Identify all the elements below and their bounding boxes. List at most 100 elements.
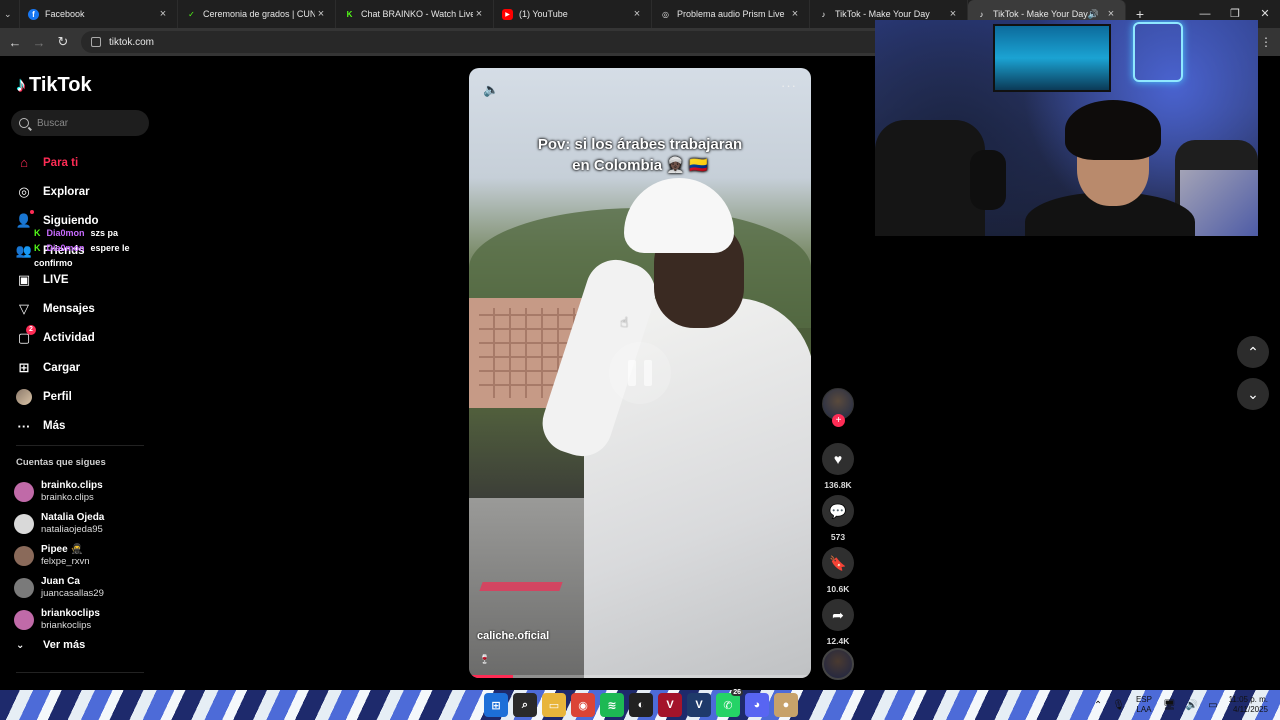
following-item[interactable]: Natalia Ojeda nataliaojeda95 <box>14 508 154 540</box>
music-disc-avatar[interactable] <box>822 648 854 680</box>
video-player[interactable]: 🔈 ··· Pov: si los árabes trabajaran en C… <box>469 68 811 678</box>
follow-plus-icon[interactable]: + <box>832 414 845 427</box>
following-item[interactable]: brainko.clips brainko.clips <box>14 476 154 508</box>
nav-mensajes[interactable]: ▽ Mensajes <box>16 294 156 323</box>
kick-icon: K <box>346 9 353 19</box>
save-count: 10.6K <box>826 584 850 594</box>
video-progress-fill <box>469 675 514 678</box>
close-icon[interactable]: × <box>631 8 643 20</box>
whatsapp-icon[interactable]: ✆ 26 <box>716 689 743 717</box>
tiktok-logo[interactable]: ♪ TikTok <box>16 74 92 97</box>
share-button[interactable]: ➦ 12.4K <box>820 599 856 646</box>
discord-icon[interactable]: ◕ <box>745 693 769 717</box>
following-item[interactable]: briankoclips briankoclips <box>14 604 154 636</box>
share-count: 12.4K <box>826 636 850 646</box>
following-item[interactable]: Pipee 🥷 felxpe_rxvn <box>14 540 154 572</box>
system-tray: ⌃ 🎙 ESP LAA 🖥 🔊 ▭ 11:05 p. m. 4/11/2025 <box>1089 690 1274 720</box>
language-indicator[interactable]: ESP LAA <box>1136 695 1152 715</box>
tab-facebook[interactable]: f Facebook × <box>20 0 178 28</box>
save-button[interactable]: 🔖 10.6K <box>820 547 856 594</box>
music-icon[interactable]: 🍷 <box>479 654 490 665</box>
chat-message: K Dia0mon espere le confirmo <box>34 241 165 271</box>
nav-explorar[interactable]: ◎ Explorar <box>16 177 156 206</box>
site-info-icon[interactable] <box>91 37 101 47</box>
close-icon[interactable]: × <box>315 8 327 20</box>
close-icon[interactable]: × <box>947 8 959 20</box>
like-count: 136.8K <box>824 480 852 490</box>
nav-mas[interactable]: ··· Más <box>16 412 156 441</box>
previous-video-button[interactable]: ⌃ <box>1237 336 1269 368</box>
chrome-icon[interactable]: ◉ <box>571 693 595 717</box>
close-icon[interactable]: × <box>473 8 485 20</box>
clock[interactable]: 11:05 p. m. 4/11/2025 <box>1229 695 1268 715</box>
close-icon[interactable]: × <box>157 8 169 20</box>
tab-kick-chat[interactable]: K Chat BRAINKO - Watch Live on × <box>336 0 494 28</box>
nav-perfil[interactable]: Perfil <box>16 382 156 411</box>
caption-line: en Colombia 👳🏿 🇨🇴 <box>572 157 708 174</box>
url-field[interactable]: tiktok.com <box>81 31 901 53</box>
account-handle: felxpe_rxvn <box>41 556 90 567</box>
forward-button[interactable]: → <box>27 35 51 50</box>
mouse-cursor-icon: ☝ <box>620 314 629 330</box>
like-button[interactable]: ♥ 136.8K <box>820 443 856 490</box>
battery-icon[interactable]: ▭ <box>1208 700 1217 711</box>
see-more-button[interactable]: ⌄ Ver más <box>16 639 85 651</box>
avatar <box>14 610 34 630</box>
chevron-down-icon: ⌄ <box>1247 386 1259 402</box>
tab-actions-button[interactable]: ⌄ <box>0 0 20 28</box>
chat-user: Dia0mon <box>46 243 85 253</box>
video-progress-bar[interactable] <box>469 675 811 678</box>
tiktok-icon: ♪ <box>821 9 826 19</box>
spotify-icon[interactable]: ≋ <box>600 693 624 717</box>
network-icon[interactable]: 🖥 <box>1163 700 1176 711</box>
windows-taskbar: ⊞ ⌕ ▭ ◉ ≋ ◐ V V ✆ 26 ◕ ● ⌃ 🎙 ESP LAA 🖥 🔊 ▭… <box>0 689 1280 720</box>
pause-button[interactable] <box>609 342 671 404</box>
compass-icon: ◎ <box>18 183 30 199</box>
tab-youtube[interactable]: ▶ (1) YouTube × <box>494 0 652 28</box>
volume-icon[interactable]: 🔊 <box>1186 700 1198 711</box>
reload-button[interactable]: ↻ <box>51 34 75 50</box>
nav-label: Explorar <box>43 185 90 198</box>
app-icon[interactable]: ● <box>774 693 798 717</box>
account-name: Pipee 🥷 <box>41 544 83 555</box>
video-author[interactable]: caliche.oficial <box>477 630 549 642</box>
search-box[interactable] <box>11 110 149 136</box>
search-input[interactable] <box>37 117 137 129</box>
valorant-icon[interactable]: V <box>658 693 682 717</box>
kick-icon: K <box>34 228 41 238</box>
obs-icon[interactable]: ◐ <box>629 693 653 717</box>
tab-title: TikTok - Make Your Day <box>835 9 930 19</box>
browser-menu-icon[interactable]: ⋮ <box>1260 28 1272 56</box>
following-title: Cuentas que sigues <box>16 457 106 468</box>
following-item[interactable]: Juan Ca juancasallas29 <box>14 572 154 604</box>
account-handle: briankoclips <box>41 620 92 631</box>
nav-actividad[interactable]: ▢ 2 Actividad <box>16 324 156 353</box>
nav-cargar[interactable]: ⊞ Cargar <box>16 353 156 382</box>
back-button[interactable]: ← <box>3 35 27 50</box>
tab-ceremonia[interactable]: ✓ Ceremonia de grados | CUN × <box>178 0 336 28</box>
video-caption: Pov: si los árabes trabajaran en Colombi… <box>469 134 811 176</box>
close-icon[interactable]: × <box>789 8 801 20</box>
comment-button[interactable]: 💬 573 <box>820 495 856 542</box>
chevron-up-icon[interactable]: ⌃ <box>1094 700 1102 711</box>
tab-prism[interactable]: ◎ Problema audio Prism Live × <box>652 0 810 28</box>
start-icon[interactable]: ⊞ <box>484 693 508 717</box>
bookmark-icon: 🔖 <box>822 547 854 579</box>
search-icon <box>19 118 29 128</box>
activity-badge: 2 <box>26 325 36 336</box>
microphone-icon[interactable]: 🎙 <box>1112 700 1125 711</box>
next-video-button[interactable]: ⌄ <box>1237 378 1269 410</box>
close-icon[interactable]: × <box>1105 8 1117 20</box>
home-icon: ⌂ <box>20 155 28 171</box>
volume-icon[interactable]: 🔈 <box>483 82 499 98</box>
clock-time: 11:05 p. m. <box>1228 695 1268 704</box>
search-icon[interactable]: ⌕ <box>513 693 537 717</box>
account-name: Natalia Ojeda <box>41 512 105 523</box>
more-options-icon[interactable]: ··· <box>781 78 797 93</box>
file-explorer-icon[interactable]: ▭ <box>542 693 566 717</box>
nav-para-ti[interactable]: ⌂ Para ti <box>16 148 156 177</box>
speaker-icon[interactable]: 🔊 <box>1088 9 1099 20</box>
divider <box>16 445 144 446</box>
vegas-icon[interactable]: V <box>687 693 711 717</box>
language-code: ESP <box>1135 695 1152 704</box>
